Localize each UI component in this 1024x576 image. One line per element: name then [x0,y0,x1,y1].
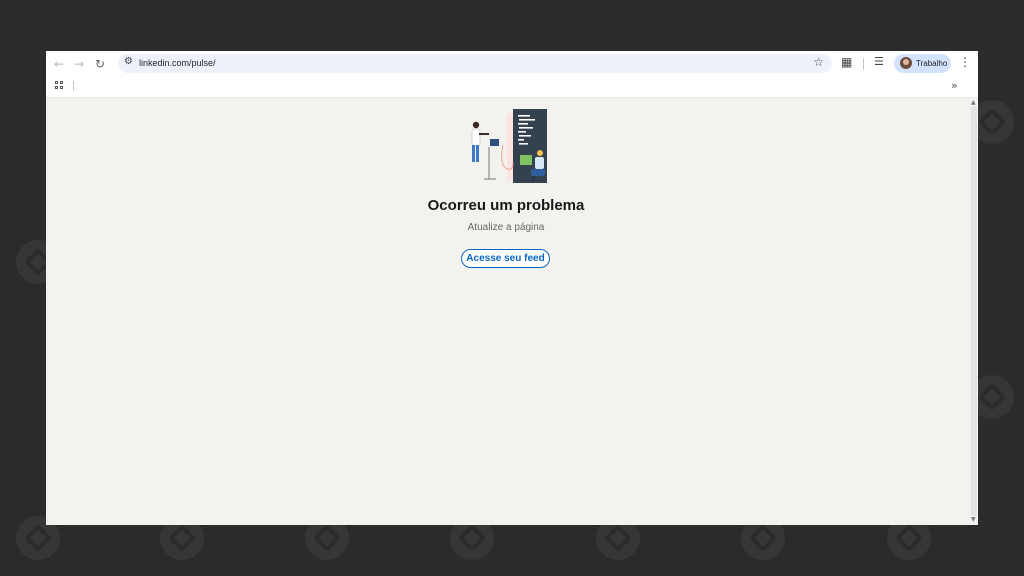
reload-icon[interactable]: ↻ [92,56,108,72]
tune-icon[interactable]: ⚙ [124,56,133,67]
scroll-down-icon[interactable]: ▼ [971,516,976,523]
profile-name: Trabalho [916,59,948,68]
scroll-thumb[interactable] [971,106,977,516]
bookmarks-divider [73,81,74,91]
toolbar-divider [863,58,864,70]
back-arrow-icon[interactable]: ← [51,56,67,72]
star-icon[interactable]: ☆ [813,55,824,69]
forward-arrow-icon[interactable]: → [71,56,87,72]
page-content: Ocorreu um problema Atualize a página Ac… [46,98,970,525]
media-control-icon[interactable]: ☰ [874,55,884,68]
double-chevron-icon[interactable]: » [951,79,958,92]
profile-chip[interactable]: Trabalho [894,54,951,73]
address-bar[interactable]: ⚙ linkedin.com/pulse/ ☆ [118,54,832,73]
url-text[interactable]: linkedin.com/pulse/ [139,58,216,68]
puzzle-icon[interactable]: ▦ [841,55,852,69]
browser-window: ← → ↻ ⚙ linkedin.com/pulse/ ☆ ▦ ☰ Trabal… [46,51,978,525]
avatar [900,57,912,69]
apps-grid-icon[interactable] [55,81,64,90]
error-title: Ocorreu um problema [427,197,585,214]
error-illustration [471,109,547,183]
scroll-up-icon[interactable]: ▲ [971,99,976,106]
kebab-menu-icon[interactable]: ⋮ [959,55,971,69]
go-to-feed-button[interactable]: Acesse seu feed [461,249,550,268]
error-subtitle: Atualize a página [467,222,545,233]
bookmarks-bar: » [46,76,978,98]
browser-toolbar: ← → ↻ ⚙ linkedin.com/pulse/ ☆ ▦ ☰ Trabal… [46,51,978,76]
vertical-scrollbar[interactable]: ▲ ▼ [970,98,978,525]
